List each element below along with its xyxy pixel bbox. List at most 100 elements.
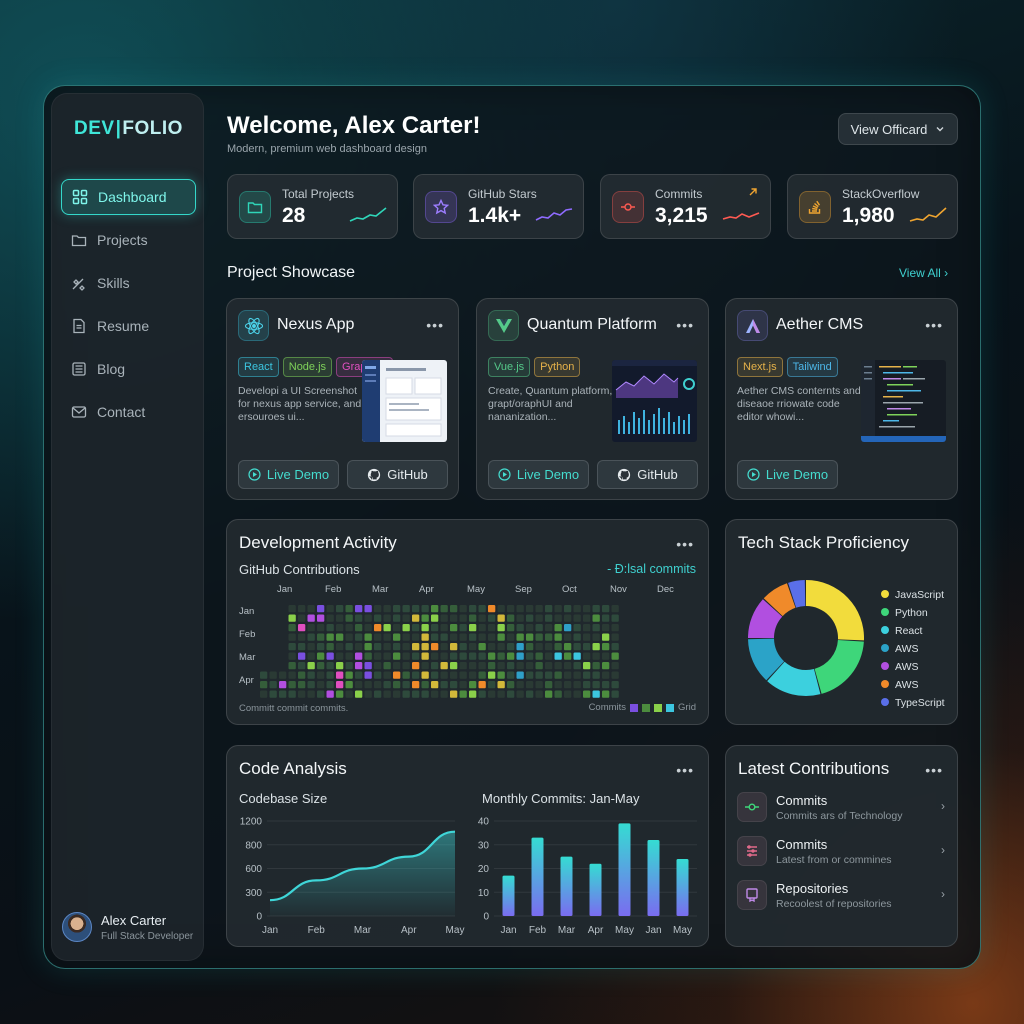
heatmap-cell (269, 681, 277, 689)
activity-link[interactable]: - Đ:lsal commits (607, 562, 696, 576)
heatmap-cell (611, 662, 619, 670)
heatmap-cell (288, 614, 296, 622)
sidebar-item-skills[interactable]: Skills (61, 265, 196, 301)
live-demo-button[interactable]: Live Demo (238, 460, 339, 489)
view-officard-button[interactable]: View Officard (838, 113, 958, 145)
heatmap-cell (345, 633, 353, 641)
tech-title: Tech Stack Proficiency (738, 533, 910, 552)
heatmap-cell (535, 624, 543, 632)
heatmap-cell (507, 681, 515, 689)
live-demo-button[interactable]: Live Demo (488, 460, 589, 489)
heatmap-cell (364, 681, 372, 689)
heatmap-cell (554, 671, 562, 679)
project-screenshot (612, 360, 697, 442)
heatmap-cell (374, 614, 382, 622)
heatmap-cell (326, 624, 334, 632)
heatmap-cell (459, 652, 467, 660)
legend-label: AWS (895, 679, 919, 691)
heatmap-cell (298, 643, 306, 651)
tech-donut-chart (748, 580, 864, 696)
heatmap-cell (592, 662, 600, 670)
heatmap-cell (545, 681, 553, 689)
stat-value: 3,215 (655, 204, 708, 227)
list-icon (737, 836, 767, 866)
more-options-icon[interactable]: ••• (676, 317, 694, 333)
chevron-right-icon: › (941, 799, 945, 813)
heatmap-cell (478, 624, 486, 632)
heatmap-cell (307, 643, 315, 651)
heatmap-cell (345, 624, 353, 632)
user-profile[interactable]: Alex Carter Full Stack Developer (62, 912, 193, 942)
heatmap-cell (431, 652, 439, 660)
heatmap-cell (554, 643, 562, 651)
view-all-link[interactable]: View All › (899, 266, 948, 280)
contribution-item[interactable]: Repositories Recoolest of repositories › (737, 878, 947, 912)
heatmap-cell (383, 690, 391, 698)
heatmap-cell (535, 633, 543, 641)
heatmap-cell (317, 681, 325, 689)
heatmap-cell (421, 662, 429, 670)
heatmap-cell (516, 633, 524, 641)
heatmap-cell (355, 690, 363, 698)
project-description: Developi a UI Screenshot for nexus app s… (238, 385, 362, 423)
heatmap-cell (478, 681, 486, 689)
heatmap-cell (393, 652, 401, 660)
heatmap-cell (345, 662, 353, 670)
sidebar-item-label: Skills (97, 275, 130, 291)
heatmap-cell (355, 605, 363, 613)
more-options-icon[interactable]: ••• (676, 762, 694, 778)
project-card-aether[interactable]: Aether CMS ••• Next.js Tailwind Aether C… (725, 298, 958, 500)
heatmap-cell (431, 624, 439, 632)
heatmap-cell (602, 624, 610, 632)
heatmap-cell (450, 681, 458, 689)
stat-card-commits[interactable]: Commits 3,215 (600, 174, 771, 239)
aether-icon (737, 310, 768, 341)
heatmap-cell (459, 671, 467, 679)
satellite-icon (72, 278, 85, 291)
sidebar-item-contact[interactable]: Contact (61, 394, 196, 430)
x-tick-label: May (673, 925, 692, 936)
more-options-icon[interactable]: ••• (925, 317, 943, 333)
heatmap-cell (450, 614, 458, 622)
heatmap-cell (488, 605, 496, 613)
y-tick-label: 10 (478, 888, 490, 899)
brand-logo[interactable]: DEV|FOLIO (74, 118, 183, 140)
stat-card-projects[interactable]: Total Projects 28 (227, 174, 398, 239)
stat-value: 1,980 (842, 204, 895, 227)
sidebar-item-dashboard[interactable]: Dashboard (61, 179, 196, 215)
heatmap-cell (288, 662, 296, 670)
sidebar-item-projects[interactable]: Projects (61, 222, 196, 258)
more-options-icon[interactable]: ••• (676, 536, 694, 552)
stat-card-stackoverflow[interactable]: StackOverflow 1,980 (787, 174, 958, 239)
contribution-item[interactable]: Commits Commits ars of Technology › (737, 790, 947, 824)
heatmap-cell (564, 681, 572, 689)
x-tick-label: Jan (645, 925, 661, 936)
heatmap-month-label: Dec (657, 584, 674, 595)
heatmap-cell (260, 690, 268, 698)
project-card-quantum[interactable]: Quantum Platform ••• Vue.js Python Creat… (476, 298, 709, 500)
stat-card-stars[interactable]: GitHub Stars 1.4k+ (413, 174, 584, 239)
legend-left-label: Commits (588, 702, 627, 713)
heatmap-cell (478, 690, 486, 698)
more-options-icon[interactable]: ••• (925, 762, 943, 778)
x-tick-label: Apr (588, 925, 604, 936)
project-card-nexus[interactable]: Nexus App ••• React Node.js GraphQL Deve… (226, 298, 459, 500)
stat-label: Total Projects (282, 187, 355, 201)
heatmap-cell (288, 652, 296, 660)
project-screenshot (362, 360, 447, 442)
heatmap-cell (592, 681, 600, 689)
heatmap-cell (611, 681, 619, 689)
sidebar-item-resume[interactable]: Resume (61, 308, 196, 344)
github-button[interactable]: GitHub (597, 460, 698, 489)
heatmap-cell (554, 633, 562, 641)
contribution-item[interactable]: Commits Latest from or commines › (737, 834, 947, 868)
heatmap-cell (459, 633, 467, 641)
sidebar-item-blog[interactable]: Blog (61, 351, 196, 387)
live-demo-button[interactable]: Live Demo (737, 460, 838, 489)
github-button[interactable]: GitHub (347, 460, 448, 489)
contribution-subtitle: Commits ars of Technology (776, 809, 903, 822)
heatmap-cell (488, 652, 496, 660)
more-options-icon[interactable]: ••• (426, 317, 444, 333)
legend-item: TypeScript (881, 694, 945, 712)
activity-title: Development Activity (239, 533, 397, 552)
